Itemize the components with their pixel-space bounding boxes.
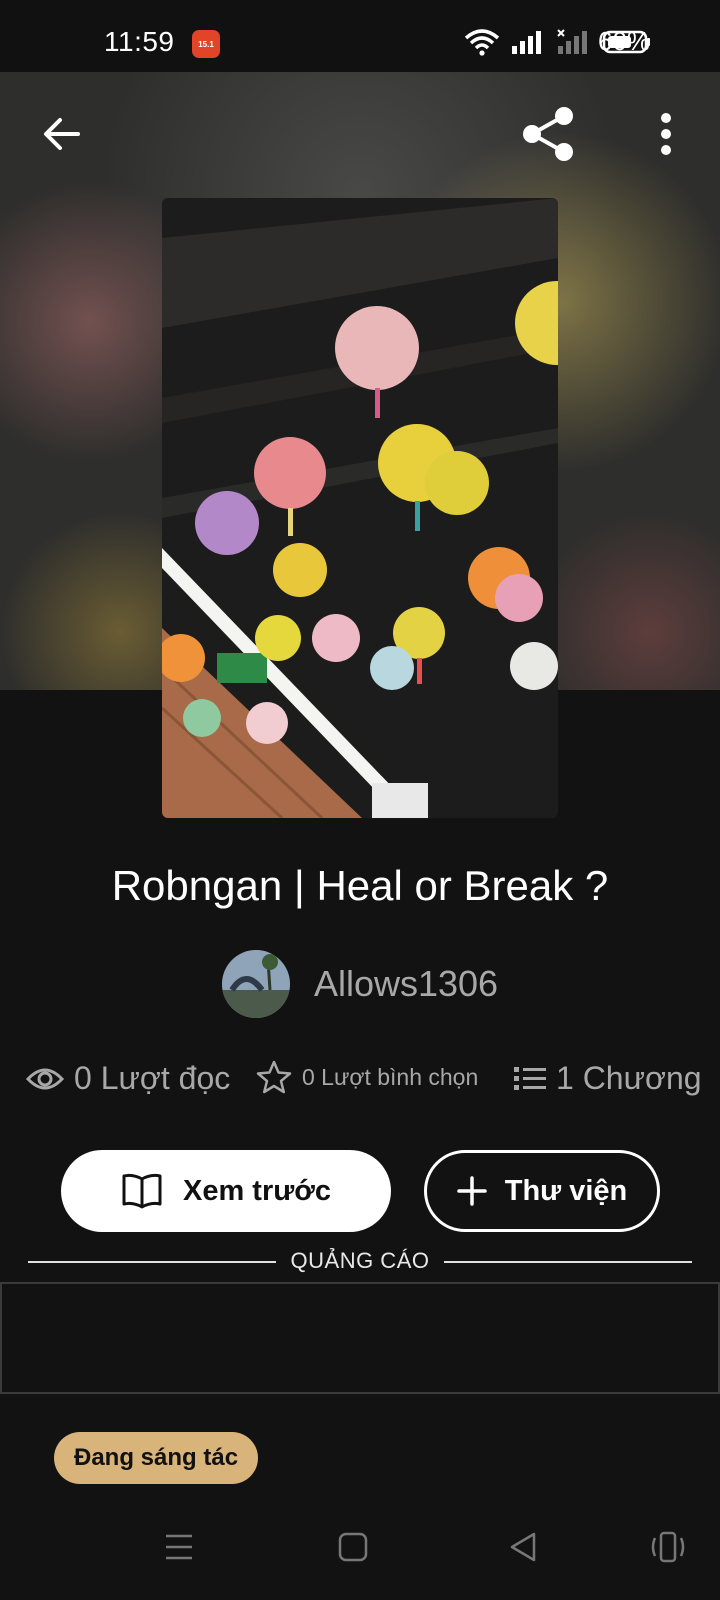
preview-button[interactable]: Xem trước — [61, 1150, 391, 1232]
story-title: Robngan | Heal or Break ? — [111, 862, 609, 909]
library-button-label: Thư viện — [504, 1174, 628, 1207]
eye-icon — [26, 1068, 64, 1089]
share-icon[interactable] — [520, 106, 578, 162]
wifi-icon — [464, 29, 500, 56]
home-nav-icon[interactable] — [338, 1532, 368, 1562]
book-open-icon — [122, 1173, 162, 1209]
plus-icon — [456, 1176, 487, 1206]
chapters-count: 1 Chương — [556, 1060, 702, 1096]
add-to-library-button[interactable]: Thư viện — [424, 1150, 660, 1232]
signal-2-icon — [557, 29, 587, 54]
avatar-image — [221, 950, 290, 1018]
reads-count: 0 Lượt đọc — [74, 1060, 231, 1096]
menu-nav-icon[interactable] — [164, 1532, 194, 1562]
story-cover-image[interactable] — [162, 198, 558, 818]
cover-lanterns-illustration — [162, 198, 558, 818]
more-vertical-icon[interactable] — [658, 112, 674, 156]
battery-percent: 60% — [598, 26, 651, 56]
list-icon — [514, 1066, 546, 1090]
chapters-stat: 1 Chương — [514, 1060, 702, 1097]
author-avatar[interactable] — [221, 950, 290, 1018]
ad-container[interactable] — [0, 1282, 720, 1394]
status-time: 11:59 — [104, 26, 175, 57]
reads-stat: 0 Lượt đọc — [26, 1060, 230, 1097]
back-arrow-icon[interactable] — [42, 114, 82, 154]
shop-app-icon: 15.1 — [192, 30, 220, 58]
status-bar: 11:59 15.1 60% — [0, 0, 720, 72]
ad-divider-right — [444, 1261, 692, 1263]
rotate-nav-icon[interactable] — [650, 1530, 686, 1564]
story-status-badge: Đang sáng tác — [54, 1432, 259, 1484]
signal-icon — [512, 31, 541, 54]
system-nav-bar — [0, 1510, 720, 1600]
story-stats: 0 Lượt đọc 0 Lượt bình chọn 1 Chương — [0, 1060, 720, 1104]
votes-stat: 0 Lượt bình chọn — [256, 1060, 478, 1094]
votes-count: 0 Lượt bình chọn — [302, 1063, 479, 1090]
author-name[interactable]: Allows1306 — [314, 963, 498, 1005]
author-row[interactable]: Allows1306 — [0, 950, 720, 1018]
preview-button-label: Xem trước — [182, 1174, 331, 1207]
back-nav-icon[interactable] — [508, 1532, 538, 1562]
star-icon — [256, 1060, 292, 1094]
